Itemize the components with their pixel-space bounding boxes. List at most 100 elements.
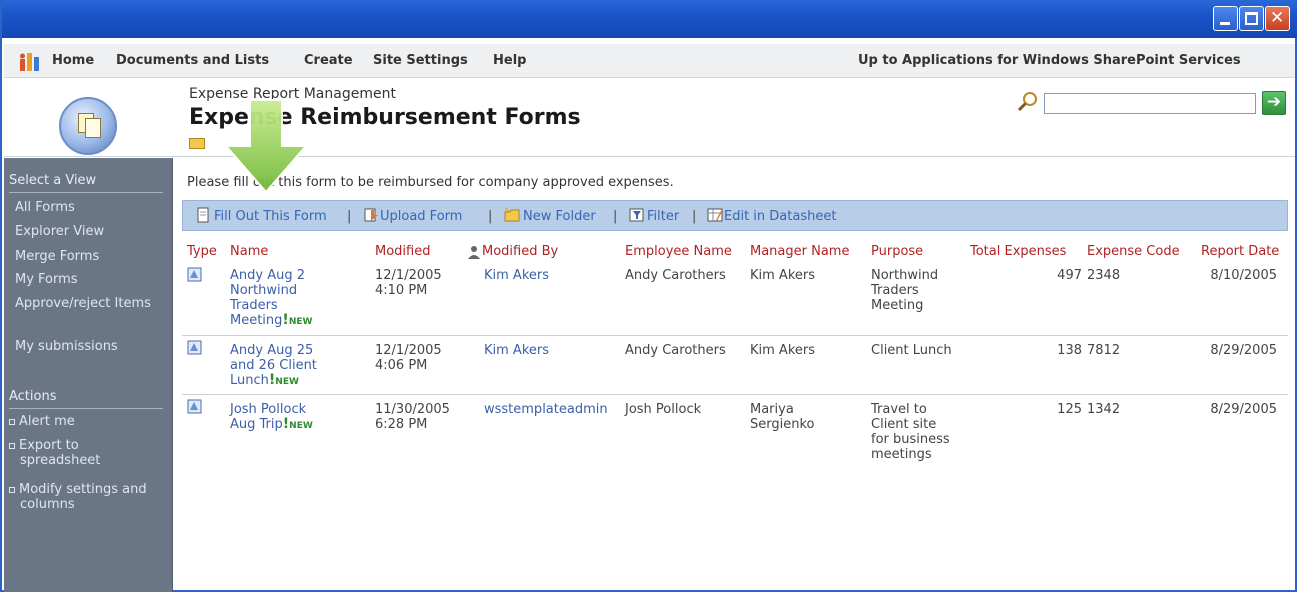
- view-my-submissions[interactable]: My submissions: [15, 339, 118, 354]
- column-report-date[interactable]: Report Date: [1201, 244, 1279, 259]
- table-row-1-total: 497: [1057, 268, 1082, 283]
- name-line: Andy Aug 2: [230, 268, 305, 283]
- manager-line: Sergienko: [750, 417, 815, 432]
- toolbar-separator: |: [347, 209, 352, 224]
- table-row-3-modified: 11/30/2005 6:28 PM: [375, 402, 450, 432]
- table-row-1-date: 8/10/2005: [1210, 268, 1277, 283]
- table-row-1-code: 2348: [1087, 268, 1121, 283]
- purpose-line: Client site: [871, 417, 937, 432]
- table-row-3-modified-by[interactable]: wsstemplateadmin: [484, 402, 608, 417]
- table-row-2-modified-by[interactable]: Kim Akers: [484, 343, 549, 358]
- action-export-to-spreadsheet[interactable]: Export to spreadsheet: [9, 438, 139, 468]
- table-row-2-purpose: Client Lunch: [871, 343, 952, 358]
- column-name[interactable]: Name: [230, 244, 268, 259]
- view-approve-reject-items[interactable]: Approve/reject Items: [15, 296, 165, 311]
- new-folder-button[interactable]: New Folder: [523, 209, 596, 224]
- table-row-1-manager: Kim Akers: [750, 268, 816, 283]
- document-icon: [85, 118, 101, 138]
- quick-launch-sidebar: Select a View All Forms Explorer View Me…: [4, 158, 173, 592]
- sharepoint-logo-icon: [20, 53, 39, 71]
- modified-time: 4:10 PM: [375, 283, 428, 298]
- modified-date: 11/30/2005: [375, 402, 450, 417]
- bullet-icon: [9, 442, 15, 449]
- new-folder-icon: [504, 207, 520, 222]
- column-total-expenses[interactable]: Total Expenses: [970, 244, 1066, 259]
- name-line: Meeting: [230, 313, 283, 328]
- view-my-forms[interactable]: My Forms: [15, 272, 78, 287]
- search-go-button[interactable]: ➔: [1262, 91, 1286, 115]
- person-icon: [468, 246, 480, 259]
- purpose-line: meetings: [871, 447, 932, 462]
- maximize-icon: [1245, 12, 1258, 25]
- toolbar-separator: |: [613, 209, 618, 224]
- purpose-line: Travel to: [871, 402, 927, 417]
- row-divider: [182, 394, 1288, 395]
- name-line: Andy Aug 25: [230, 343, 314, 358]
- nav-up-to-applications[interactable]: Up to Applications for Windows SharePoin…: [858, 53, 1241, 68]
- bullet-icon: [9, 418, 15, 425]
- column-type[interactable]: Type: [187, 244, 217, 259]
- table-row-3-purpose: Travel to Client site for business meeti…: [871, 402, 950, 462]
- actions-heading: Actions: [9, 389, 57, 404]
- search-icon: [1017, 92, 1037, 112]
- nav-create[interactable]: Create: [304, 53, 353, 68]
- nav-home[interactable]: Home: [52, 53, 94, 68]
- action-modify-settings-and-columns[interactable]: Modify settings and columns: [9, 482, 159, 512]
- minimize-icon: [1220, 22, 1230, 25]
- table-row-3-code: 1342: [1087, 402, 1121, 417]
- table-row-1-name[interactable]: Andy Aug 2 Northwind Traders Meeting!NEW: [230, 268, 312, 330]
- row-divider: [182, 335, 1288, 336]
- view-all-forms[interactable]: All Forms: [15, 200, 75, 215]
- modified-time: 4:06 PM: [375, 358, 428, 373]
- column-modified-by[interactable]: Modified By: [482, 244, 558, 259]
- table-row-1-employee: Andy Carothers: [625, 268, 726, 283]
- modified-date: 12/1/2005: [375, 343, 442, 358]
- modified-time: 6:28 PM: [375, 417, 428, 432]
- search-input[interactable]: [1044, 93, 1256, 114]
- minimize-button[interactable]: [1213, 6, 1238, 31]
- modified-date: 12/1/2005: [375, 268, 442, 283]
- column-purpose[interactable]: Purpose: [871, 244, 923, 259]
- folder-icon[interactable]: [189, 138, 205, 149]
- table-row-1-modified-by[interactable]: Kim Akers: [484, 268, 549, 283]
- view-merge-forms[interactable]: Merge Forms: [15, 249, 99, 264]
- column-manager-name[interactable]: Manager Name: [750, 244, 849, 259]
- infopath-form-icon[interactable]: [187, 340, 202, 355]
- infopath-form-icon[interactable]: [187, 267, 202, 282]
- table-row-3-total: 125: [1057, 402, 1082, 417]
- purpose-line: Meeting: [871, 298, 924, 313]
- upload-icon: [364, 208, 378, 222]
- table-row-2-code: 7812: [1087, 343, 1121, 358]
- action-alert-me[interactable]: Alert me: [9, 414, 75, 429]
- column-modified[interactable]: Modified: [375, 244, 430, 259]
- nav-help[interactable]: Help: [493, 53, 526, 68]
- new-badge: NEW: [288, 317, 313, 327]
- table-row-2-modified: 12/1/2005 4:06 PM: [375, 343, 442, 373]
- infopath-form-icon[interactable]: [187, 399, 202, 414]
- datasheet-icon: [707, 208, 723, 222]
- filter-icon: [629, 208, 644, 222]
- close-icon: ✕: [1270, 8, 1285, 28]
- maximize-button[interactable]: [1239, 6, 1264, 31]
- nav-site-settings[interactable]: Site Settings: [373, 53, 468, 68]
- upload-form-button[interactable]: Upload Form: [380, 209, 462, 224]
- view-explorer-view[interactable]: Explorer View: [15, 224, 104, 239]
- browser-window: ✕ Home Documents and Lists Create Site S…: [0, 0, 1297, 592]
- table-row-2-name[interactable]: Andy Aug 25 and 26 Client Lunch!NEW: [230, 343, 317, 390]
- nav-documents-and-lists[interactable]: Documents and Lists: [116, 53, 269, 68]
- edit-in-datasheet-button[interactable]: Edit in Datasheet: [724, 209, 836, 224]
- table-row-2-total: 138: [1057, 343, 1082, 358]
- table-row-3-date: 8/29/2005: [1210, 402, 1277, 417]
- column-employee-name[interactable]: Employee Name: [625, 244, 732, 259]
- fill-out-form-button[interactable]: Fill Out This Form: [214, 209, 327, 224]
- top-navigation: Home Documents and Lists Create Site Set…: [4, 44, 1295, 78]
- action-label: Modify settings and columns: [19, 482, 147, 512]
- column-expense-code[interactable]: Expense Code: [1087, 244, 1180, 259]
- filter-button[interactable]: Filter: [647, 209, 679, 224]
- table-row-3-name[interactable]: Josh Pollock Aug Trip!NEW: [230, 402, 313, 434]
- list-toolbar: Fill Out This Form | Upload Form | New F…: [182, 200, 1288, 231]
- new-badge: NEW: [275, 377, 299, 387]
- name-line: Aug Trip: [230, 417, 283, 432]
- name-line: Josh Pollock: [230, 402, 307, 417]
- close-button[interactable]: ✕: [1265, 6, 1290, 31]
